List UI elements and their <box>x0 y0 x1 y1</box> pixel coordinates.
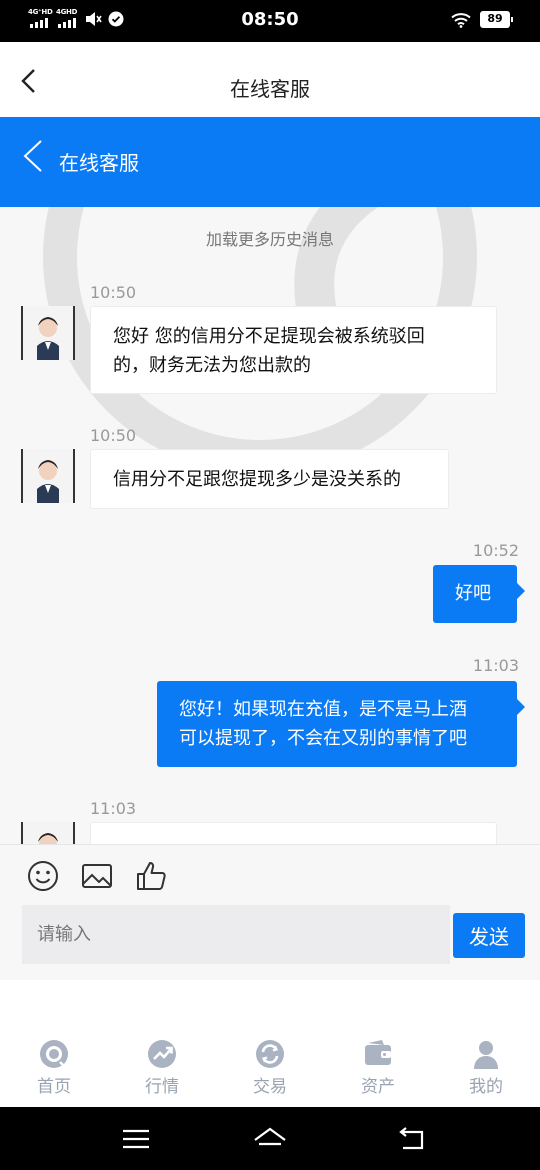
bottom-tab-bar: 首页 行情 交易 资产 我的 <box>0 1020 540 1107</box>
tab-home[interactable]: 首页 <box>0 1038 108 1097</box>
thumbs-up-icon[interactable] <box>134 859 168 893</box>
chat-area[interactable]: 加载更多历史消息 10:50 您好 您的信用分不足提现会被系统驳回 的，财务无法… <box>0 207 540 844</box>
message-composer: 发送 <box>0 844 540 980</box>
agent-avatar[interactable] <box>21 306 75 360</box>
back-button-icon[interactable] <box>397 1124 427 1154</box>
load-more-history-link[interactable]: 加载更多历史消息 <box>0 226 540 250</box>
status-bar: 4G⁺HD 4GHD 08:50 89 <box>0 0 540 42</box>
tab-label: 资产 <box>361 1077 395 1097</box>
tab-profile[interactable]: 我的 <box>432 1038 540 1097</box>
message-timestamp: 10:50 <box>90 426 137 445</box>
trade-icon <box>256 1040 284 1068</box>
message-bubble-outgoing: 好吧 <box>433 565 525 623</box>
tab-label: 我的 <box>469 1077 503 1097</box>
message-line: 您好！如果现在充值，是不是马上酒 <box>179 699 467 720</box>
message-line: 信用分不足跟您提现多少是没关系的 <box>113 469 401 490</box>
page-title: 在线客服 <box>230 77 310 101</box>
agent-photo <box>23 449 73 503</box>
menu-icon[interactable] <box>121 1124 151 1154</box>
system-nav-bar <box>0 1107 540 1170</box>
agent-photo <box>23 306 73 360</box>
message-line: 好吧 <box>455 583 491 604</box>
chat-header: 在线客服 <box>0 117 540 207</box>
emoji-icon[interactable] <box>26 859 60 893</box>
message-timestamp: 11:03 <box>472 656 519 675</box>
message-bubble-incoming: 信用分不足跟您提现多少是没关系的 <box>90 449 449 509</box>
message-line: 您好 您的信用分不足提现会被系统驳回 <box>113 326 425 347</box>
tab-label: 首页 <box>37 1077 71 1097</box>
battery-indicator: 89 <box>480 11 513 28</box>
profile-icon <box>474 1041 498 1069</box>
message-timestamp: 10:52 <box>472 541 519 560</box>
home-button-icon[interactable] <box>252 1124 288 1154</box>
wifi-icon <box>451 12 471 28</box>
message-bubble-incoming: 您好 您的信用分不足提现会被系统驳回 的，财务无法为您出款的 <box>90 306 497 394</box>
home-icon <box>40 1040 68 1068</box>
agent-avatar[interactable] <box>21 822 75 844</box>
message-line: 的，财务无法为您出款的 <box>113 355 311 376</box>
tab-market[interactable]: 行情 <box>108 1038 216 1097</box>
message-bubble-outgoing: 您好！如果现在充值，是不是马上酒 可以提现了，不会在又别的事情了吧 <box>157 681 525 767</box>
send-button[interactable]: 发送 <box>453 913 525 958</box>
tab-trade[interactable]: 交易 <box>216 1038 324 1097</box>
tab-assets[interactable]: 资产 <box>324 1038 432 1097</box>
message-bubble-incoming <box>90 822 497 844</box>
top-navbar: 在线客服 <box>0 42 540 117</box>
chat-header-title: 在线客服 <box>59 151 139 175</box>
message-timestamp: 10:50 <box>90 283 137 302</box>
market-icon <box>148 1040 176 1068</box>
image-icon[interactable] <box>80 859 114 893</box>
message-timestamp: 11:03 <box>90 799 137 818</box>
agent-photo <box>23 822 73 844</box>
tab-label: 行情 <box>145 1077 179 1097</box>
agent-avatar[interactable] <box>21 449 75 503</box>
wallet-icon <box>365 1040 391 1065</box>
chevron-left-icon[interactable] <box>22 139 44 173</box>
message-line: 可以提现了，不会在又别的事情了吧 <box>179 728 467 749</box>
tab-label: 交易 <box>253 1077 287 1097</box>
message-input[interactable] <box>22 905 450 964</box>
